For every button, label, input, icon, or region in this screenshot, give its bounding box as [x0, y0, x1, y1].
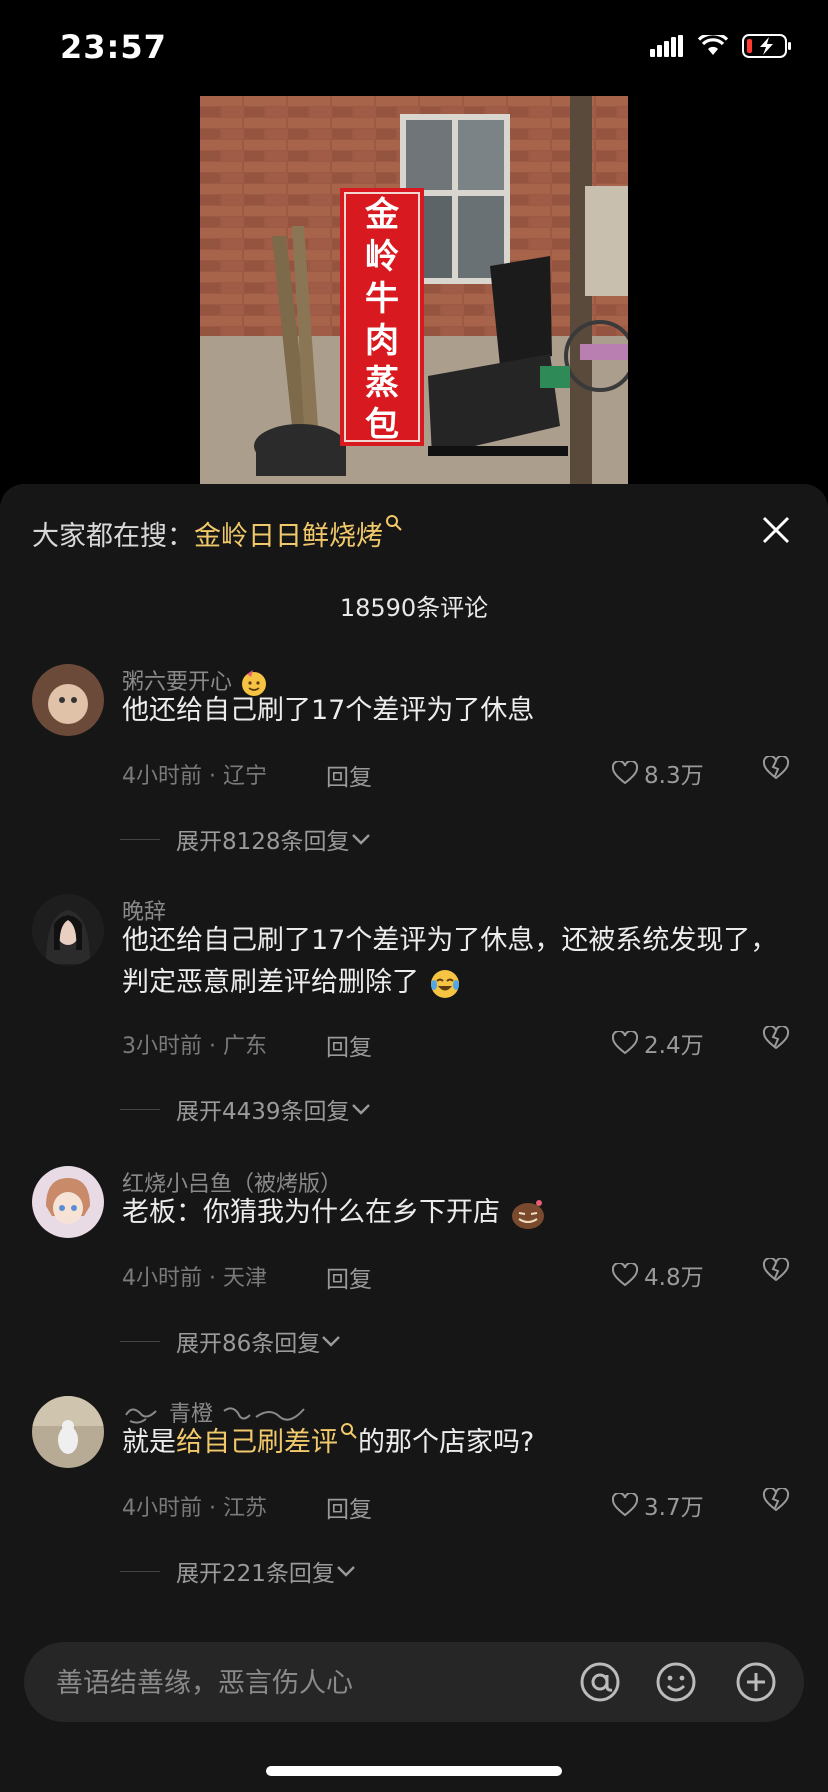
reply-button[interactable]: 回复	[326, 1490, 372, 1524]
search-link-text: 给自己刷差评	[176, 1427, 338, 1458]
like-button[interactable]: 8.3万	[612, 756, 704, 790]
broken-heart-icon[interactable]	[762, 1026, 790, 1050]
like-count: 2.4万	[644, 1033, 704, 1059]
sign-char: 金	[365, 195, 399, 235]
like-count: 3.7万	[644, 1495, 704, 1521]
expand-replies-label: 展开4439条回复	[176, 1099, 350, 1125]
sign-text: 金 岭 牛 肉 蒸 包	[340, 196, 424, 444]
plus-icon[interactable]	[734, 1660, 778, 1704]
magnifier-icon	[386, 515, 402, 531]
trending-search: 大家都在搜：金岭日日鲜烧烤	[32, 514, 403, 553]
expand-replies-label: 展开221条回复	[176, 1561, 335, 1587]
magnifier-icon	[341, 1423, 357, 1439]
broken-heart-icon[interactable]	[762, 756, 790, 780]
avatar[interactable]	[32, 1396, 104, 1468]
comment-meta: 3小时前 · 广东	[122, 1034, 267, 1059]
chevron-down-icon	[351, 834, 370, 845]
video-frame[interactable]: 金 岭 牛 肉 蒸 包	[200, 96, 628, 486]
like-count: 8.3万	[644, 763, 704, 789]
trending-search-prefix: 大家都在搜：	[32, 521, 194, 552]
comment-text-body: 老板：你猜我为什么在乡下开店	[122, 1197, 500, 1228]
avatar[interactable]	[32, 1166, 104, 1238]
comment-input[interactable]	[54, 1642, 538, 1724]
comment-count: 18590条评论	[339, 594, 489, 622]
expand-replies-label: 展开8128条回复	[176, 829, 350, 855]
expand-replies[interactable]: 展开8128条回复	[120, 822, 372, 856]
divider	[120, 838, 160, 840]
reply-button[interactable]: 回复	[326, 1260, 372, 1294]
heart-icon	[612, 1031, 638, 1055]
status-bar: 23:57	[0, 0, 828, 96]
divider	[120, 1570, 160, 1572]
comment-meta: 4小时前 · 辽宁	[122, 764, 267, 789]
like-count: 4.8万	[644, 1265, 704, 1291]
comment-text: 就是给自己刷差评 的那个店家吗?	[122, 1422, 802, 1464]
smirk-face-emoji-icon	[511, 1199, 544, 1229]
divider	[120, 1340, 160, 1342]
comment-text: 他还给自己刷了17个差评为了休息，还被系统发现了，判定恶意刷差评给删除了	[122, 920, 802, 1004]
sign-char: 肉	[365, 321, 399, 361]
status-icons	[650, 34, 792, 58]
home-indicator[interactable]	[266, 1766, 562, 1776]
comment-text-pre: 就是	[122, 1427, 176, 1458]
emoji-icon[interactable]	[654, 1660, 698, 1704]
comment-text: 他还给自己刷了17个差评为了休息	[122, 695, 535, 726]
sign-char: 牛	[365, 279, 399, 319]
search-link-inline[interactable]: 给自己刷差评	[176, 1423, 358, 1458]
comment-sheet: 大家都在搜：金岭日日鲜烧烤 18590条评论 粥六要开心 他还给自己刷了17个差…	[0, 484, 828, 1792]
like-button[interactable]: 4.8万	[612, 1258, 704, 1292]
sign-char: 包	[365, 405, 399, 445]
close-icon[interactable]	[754, 508, 798, 552]
trending-search-link[interactable]: 金岭日日鲜烧烤	[194, 515, 403, 552]
comment-meta: 4小时前 · 天津	[122, 1266, 267, 1291]
broken-heart-icon[interactable]	[762, 1258, 790, 1282]
expand-replies[interactable]: 展开221条回复	[120, 1554, 357, 1588]
wifi-icon	[698, 35, 728, 55]
broken-heart-icon[interactable]	[762, 1488, 790, 1512]
chevron-down-icon	[322, 1336, 341, 1347]
chevron-down-icon	[337, 1566, 355, 1577]
expand-replies[interactable]: 展开86条回复	[120, 1324, 342, 1358]
at-icon[interactable]	[578, 1660, 622, 1704]
heart-icon	[612, 761, 638, 785]
avatar[interactable]	[32, 894, 104, 966]
status-time: 23:57	[60, 28, 167, 66]
crying-laughing-emoji-icon	[430, 969, 459, 998]
reply-button[interactable]: 回复	[326, 1028, 372, 1062]
expand-replies[interactable]: 展开4439条回复	[120, 1092, 372, 1126]
heart-icon	[612, 1493, 638, 1517]
chevron-down-icon	[351, 1104, 370, 1115]
comment-meta: 4小时前 · 江苏	[122, 1496, 267, 1521]
reply-button[interactable]: 回复	[326, 758, 372, 792]
divider	[120, 1108, 160, 1110]
battery-icon	[742, 34, 791, 58]
comment-text-post: 的那个店家吗?	[358, 1427, 535, 1458]
trending-search-term: 金岭日日鲜烧烤	[194, 521, 383, 552]
sign-char: 蒸	[365, 363, 399, 403]
avatar[interactable]	[32, 664, 104, 736]
like-button[interactable]: 3.7万	[612, 1488, 704, 1522]
expand-replies-label: 展开86条回复	[176, 1331, 321, 1357]
comment-text: 老板：你猜我为什么在乡下开店	[122, 1192, 802, 1234]
sign-char: 岭	[365, 237, 399, 277]
like-button[interactable]: 2.4万	[612, 1026, 704, 1060]
heart-icon	[612, 1263, 638, 1287]
comment-input-bar	[24, 1642, 804, 1724]
signal-icon	[650, 35, 683, 57]
